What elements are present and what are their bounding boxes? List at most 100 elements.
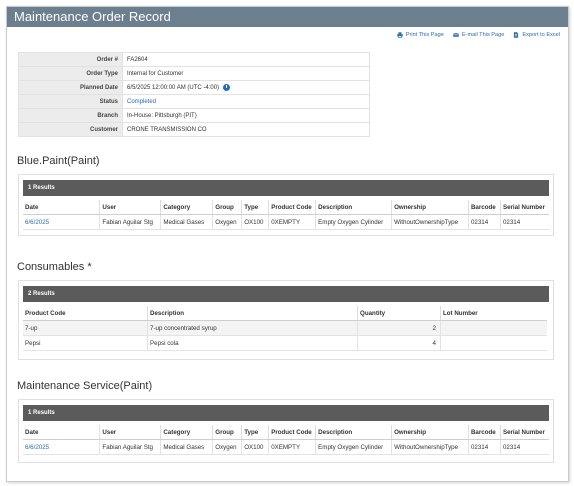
- column-header[interactable]: Type: [241, 425, 269, 440]
- column-header[interactable]: Type: [241, 200, 269, 215]
- table-cell: Fabian Aguilar Stg: [99, 439, 161, 455]
- maintenance-service-header-row: Date User Category Group Type Product Co…: [23, 425, 549, 440]
- table-cell: 02314: [467, 439, 501, 455]
- column-header[interactable]: Group: [212, 200, 242, 215]
- customer-value: CRONE TRANSMISSION CO: [122, 122, 370, 137]
- table-cell: [440, 335, 547, 351]
- column-header[interactable]: Barcode: [467, 425, 501, 440]
- column-header[interactable]: Group: [212, 425, 242, 440]
- page-title: Maintenance Order Record: [7, 7, 568, 27]
- customer-label: Customer: [18, 122, 123, 137]
- order-type-row: Order Type Internal for Customer: [18, 66, 370, 81]
- table-cell: WithoutOwnershipType: [391, 439, 469, 455]
- branch-value: In-House: Pittsburgh (PIT): [122, 108, 370, 123]
- planned-date-row: Planned Date 6/5/2025 12:00:00 AM (UTC -…: [18, 80, 370, 95]
- date-link[interactable]: 6/6/2025: [23, 214, 100, 230]
- excel-file-icon: [514, 32, 519, 38]
- column-header[interactable]: User: [99, 200, 161, 215]
- table-cell: Medical Gases: [160, 439, 213, 455]
- column-header[interactable]: Product Code: [268, 425, 316, 440]
- email-page-label: E-mail This Page: [461, 32, 505, 38]
- table-cell: Pepsi: [23, 335, 148, 351]
- maintenance-service-results-bar: 1 Results: [23, 405, 549, 421]
- planned-date-label: Planned Date: [18, 80, 123, 95]
- table-cell: 0XEMPTY: [268, 214, 316, 230]
- consumables-table: Product Code Description Quantity Lot Nu…: [23, 306, 547, 351]
- table-cell: OX100: [241, 214, 269, 230]
- export-excel-link[interactable]: Export to Excel: [513, 32, 560, 38]
- table-row: Pepsi Pepsi cola 4: [23, 335, 547, 351]
- column-header[interactable]: Serial Number: [499, 425, 549, 440]
- table-cell: 2: [357, 320, 441, 336]
- column-header[interactable]: Product Code: [268, 200, 316, 215]
- print-page-label: Print This Page: [405, 32, 444, 38]
- order-info-table: Order # FA2604 Order Type Internal for C…: [18, 52, 370, 137]
- table-cell: 4: [357, 335, 441, 351]
- table-cell: Empty Oxygen Cylinder: [315, 214, 392, 230]
- column-header[interactable]: Date: [23, 425, 100, 440]
- blue-paint-title: Blue.Paint(Paint): [17, 155, 100, 167]
- table-row: 6/6/2025 Fabian Aguilar Stg Medical Gase…: [23, 214, 549, 230]
- table-cell: 02314: [499, 439, 549, 455]
- column-header[interactable]: User: [99, 425, 161, 440]
- column-header[interactable]: Serial Number: [499, 200, 549, 215]
- blue-paint-panel: 1 Results Date User Category Group Type …: [18, 174, 554, 236]
- date-link[interactable]: 6/6/2025: [23, 439, 100, 455]
- page-frame: Maintenance Order Record Print This Page…: [6, 6, 569, 482]
- print-page-link[interactable]: Print This Page: [397, 32, 444, 38]
- consumables-header-row: Product Code Description Quantity Lot Nu…: [23, 306, 547, 321]
- customer-row: Customer CRONE TRANSMISSION CO: [18, 122, 370, 137]
- maintenance-service-panel: 1 Results Date User Category Group Type …: [18, 399, 554, 463]
- maintenance-service-table: Date User Category Group Type Product Co…: [23, 425, 549, 455]
- table-cell: 02314: [467, 214, 501, 230]
- table-cell: 7-up concentrated syrup: [147, 320, 358, 336]
- consumables-title: Consumables *: [17, 261, 92, 273]
- column-header[interactable]: Ownership: [391, 200, 469, 215]
- table-cell: Pepsi cola: [147, 335, 358, 351]
- table-cell: Medical Gases: [160, 214, 213, 230]
- column-header[interactable]: Quantity: [357, 306, 441, 321]
- maintenance-service-title: Maintenance Service(Paint): [17, 380, 153, 392]
- table-cell: 02314: [499, 214, 549, 230]
- envelope-icon: [452, 32, 459, 37]
- column-header[interactable]: Product Code: [23, 306, 148, 321]
- planned-date-value: 6/5/2025 12:00:00 AM (UTC -4:00): [127, 85, 220, 92]
- printer-icon: [397, 32, 403, 38]
- order-type-value: Internal for Customer: [122, 66, 370, 81]
- table-row: 7-up 7-up concentrated syrup 2: [23, 320, 547, 336]
- blue-paint-results-bar: 1 Results: [23, 180, 549, 196]
- consumables-panel: 2 Results Product Code Description Quant…: [18, 280, 554, 360]
- column-header[interactable]: Category: [160, 200, 213, 215]
- column-header[interactable]: Ownership: [391, 425, 469, 440]
- table-cell: Oxygen: [212, 439, 242, 455]
- page-actions: Print This Page E-mail This Page Export …: [397, 32, 560, 38]
- branch-label: Branch: [18, 108, 123, 123]
- table-cell: OX100: [241, 439, 269, 455]
- column-header[interactable]: Description: [315, 425, 392, 440]
- branch-row: Branch In-House: Pittsburgh (PIT): [18, 108, 370, 123]
- status-label: Status: [18, 94, 123, 109]
- export-excel-label: Export to Excel: [522, 32, 560, 38]
- email-page-link[interactable]: E-mail This Page: [452, 32, 505, 38]
- consumables-results-bar: 2 Results: [23, 286, 549, 302]
- table-cell: [440, 320, 547, 336]
- order-num-row: Order # FA2604: [18, 52, 370, 67]
- order-type-label: Order Type: [18, 66, 123, 81]
- column-header[interactable]: Description: [147, 306, 358, 321]
- order-num-value: FA2604: [122, 52, 370, 67]
- column-header[interactable]: Barcode: [467, 200, 501, 215]
- planned-date-cell: 6/5/2025 12:00:00 AM (UTC -4:00): [122, 80, 370, 95]
- column-header[interactable]: Date: [23, 200, 100, 215]
- order-num-label: Order #: [18, 52, 123, 67]
- clock-icon[interactable]: [222, 83, 230, 91]
- column-header[interactable]: Category: [160, 425, 213, 440]
- table-cell: Empty Oxygen Cylinder: [315, 439, 392, 455]
- blue-paint-header-row: Date User Category Group Type Product Co…: [23, 200, 549, 215]
- status-row: Status Completed: [18, 94, 370, 109]
- column-header[interactable]: Lot Number: [440, 306, 547, 321]
- table-row: 6/6/2025 Fabian Aguilar Stg Medical Gase…: [23, 439, 549, 455]
- column-header[interactable]: Description: [315, 200, 392, 215]
- table-cell: 0XEMPTY: [268, 439, 316, 455]
- status-value[interactable]: Completed: [122, 94, 370, 109]
- table-cell: WithoutOwnershipType: [391, 214, 469, 230]
